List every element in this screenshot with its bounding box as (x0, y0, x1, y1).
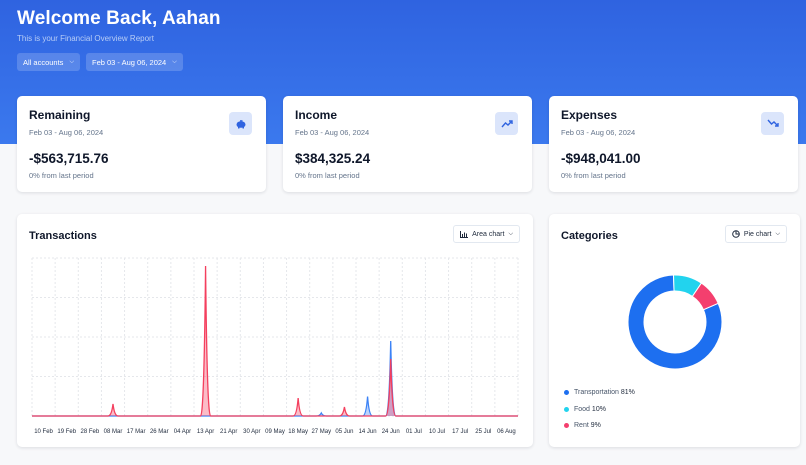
stat-range: Feb 03 - Aug 06, 2024 (561, 128, 636, 137)
legend-dot (564, 390, 569, 395)
legend-item: Transportation 81% (564, 389, 635, 396)
legend-dot (564, 423, 569, 428)
stat-value: $384,325.24 (295, 151, 371, 166)
accounts-filter-label: All accounts (23, 57, 64, 67)
stat-change: 0% from last period (561, 171, 626, 180)
piggy-bank-icon (229, 112, 252, 135)
legend-pct: 81% (620, 389, 635, 396)
chart-type-label: Pie chart (743, 230, 772, 238)
income-card: Income Feb 03 - Aug 06, 2024 $384,325.24… (283, 96, 532, 192)
stat-title: Remaining (29, 108, 91, 122)
trending-down-icon (761, 112, 784, 135)
expenses-card: Expenses Feb 03 - Aug 06, 2024 -$948,041… (549, 96, 798, 192)
chart-type-select[interactable]: Pie chart ⌵ (724, 225, 787, 243)
stat-title: Income (295, 108, 338, 122)
legend-item: Food 10% (564, 406, 606, 413)
chevron-down-icon: ⌵ (775, 230, 780, 237)
categories-title: Categories (561, 230, 618, 242)
legend-item: Rent 9% (564, 422, 601, 429)
stat-range: Feb 03 - Aug 06, 2024 (295, 128, 370, 137)
stat-value: -$563,715.76 (29, 151, 109, 166)
chart-type-select[interactable]: Area chart ⌵ (453, 225, 520, 243)
legend-pct: 10% (591, 406, 606, 413)
chart-type-label: Area chart (472, 230, 505, 238)
bar-chart-icon (460, 230, 469, 238)
chevron-down-icon: ⌵ (508, 230, 513, 237)
transactions-panel: Transactions Area chart ⌵ (17, 214, 533, 447)
chevron-down-icon: ⌵ (172, 58, 177, 65)
date-filter[interactable]: Feb 03 - Aug 06, 2024 ⌵ (86, 53, 183, 71)
accounts-filter[interactable]: All accounts ⌵ (17, 53, 80, 71)
stat-range: Feb 03 - Aug 06, 2024 (29, 128, 104, 137)
legend-label: Food (574, 406, 590, 413)
date-filter-label: Feb 03 - Aug 06, 2024 (92, 57, 167, 67)
stat-change: 0% from last period (29, 171, 94, 180)
stat-value: -$948,041.00 (561, 151, 641, 166)
legend-dot (564, 407, 569, 412)
pie-chart-icon (732, 230, 740, 238)
transactions-title: Transactions (29, 230, 97, 242)
stat-title: Expenses (561, 108, 618, 122)
legend-label: Rent (574, 422, 589, 429)
page-title: Welcome Back, Aahan (17, 8, 221, 29)
page-subtitle: This is your Financial Overview Report (17, 34, 154, 43)
legend-label: Transportation (574, 389, 619, 396)
trending-up-icon (495, 112, 518, 135)
chevron-down-icon: ⌵ (69, 58, 74, 65)
stat-change: 0% from last period (295, 171, 360, 180)
remaining-card: Remaining Feb 03 - Aug 06, 2024 -$563,71… (17, 96, 266, 192)
legend-pct: 9% (590, 422, 601, 429)
